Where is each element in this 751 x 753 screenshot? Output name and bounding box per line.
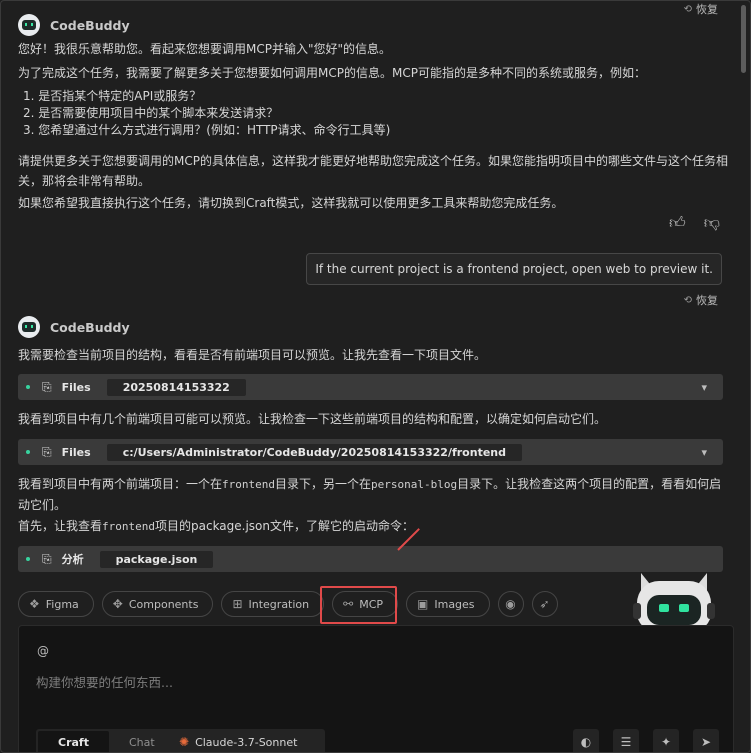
mode-switch: Craft Chat <box>36 729 175 752</box>
status-dot <box>26 450 30 454</box>
thumbs-up-icon[interactable]: 👍︎ <box>669 213 686 233</box>
status-dot <box>26 557 30 561</box>
tool-call-files[interactable]: ⎘ Files c:/Users/Administrator/CodeBuddy… <box>18 439 723 465</box>
sparkle-icon[interactable]: ✦ <box>653 729 679 752</box>
list-item: 2. 是否需要使用项目中的某个脚本来发送请求？ <box>23 106 279 120</box>
message-list: 1. 是否指某个特定的API或服务？ 2. 是否需要使用项目中的某个脚本来发送请… <box>23 88 390 139</box>
tool-call-value: c:/Users/Administrator/CodeBuddy/2025081… <box>106 443 522 461</box>
composer-input[interactable]: 构建你想要的任何东西... <box>36 672 173 691</box>
chevron-down-icon[interactable]: ▾ <box>701 446 707 459</box>
tool-call-analyze[interactable]: ⎘ 分析 package.json <box>18 546 723 572</box>
claude-icon: ✺ <box>179 735 190 749</box>
tool-call-value: package.json <box>99 550 214 568</box>
mention-button[interactable]: @ <box>37 644 49 658</box>
message-paragraph: 如果您希望我直接执行这个任务，请切换到Craft模式，这样我就可以使用更多工具来… <box>18 196 564 210</box>
send-icon[interactable]: ➤ <box>693 729 719 752</box>
user-message: If the current project is a frontend pro… <box>306 253 722 285</box>
restore-icon: ⟲ <box>683 294 692 306</box>
palette-icon[interactable]: ◐ <box>573 729 599 752</box>
images-button[interactable]: ▣ Images <box>406 591 490 617</box>
message-composer[interactable]: @ 构建你想要的任何东西... Craft Chat ✺ Claude-3.7-… <box>18 625 734 752</box>
list-item: 3. 您希望通过什么方式进行调用？(例如：HTTP请求、命令行工具等) <box>23 123 391 137</box>
restore-button[interactable]: ⟲ 恢复 <box>684 292 718 308</box>
thumbs-down-icon[interactable]: 👎︎ <box>704 213 720 233</box>
message-paragraph: 为了完成这个任务，我需要了解更多关于您想要如何调用MCP的信息。MCP可能指的是… <box>18 66 646 80</box>
message-paragraph: 我需要检查当前项目的结构，看看是否有前端项目可以预览。让我先查看一下项目文件。 <box>18 348 487 362</box>
context-toolbar: ❖ Figma ✥ Components ⊞ Integration ⚯ MCP… <box>18 591 558 617</box>
scrollbar-thumb[interactable] <box>741 5 746 73</box>
message-paragraph: 首先，让我查看frontend项目的package.json文件，了解它的启动命… <box>18 519 415 533</box>
assistant-name: CodeBuddy <box>50 319 130 335</box>
message-paragraph: 我看到项目中有两个前端项目：一个在frontend目录下，另一个在persona… <box>18 477 722 512</box>
message-paragraph: 请提供更多关于您想要调用的MCP的具体信息，这样我才能更好地帮助您完成这个任务。… <box>18 154 728 188</box>
file-code-icon: ⎘ <box>42 444 52 459</box>
integration-button[interactable]: ⊞ Integration <box>221 591 325 617</box>
tool-call-value: 20250814153322 <box>106 378 246 396</box>
codebuddy-avatar <box>18 316 40 338</box>
status-dot <box>26 385 30 389</box>
mascot-robot-cat <box>633 573 715 633</box>
assistant-header: CodeBuddy <box>18 316 130 338</box>
message-paragraph: 您好！我很乐意帮助您。看起来您想要调用MCP并输入"您好"的信息。 <box>18 42 392 56</box>
eye-icon: ◉ <box>505 597 516 611</box>
feedback-buttons: 👍︎ 👎︎ <box>669 213 720 233</box>
file-code-icon: ⎘ <box>42 551 52 566</box>
tool-call-files[interactable]: ⎘ Files 20250814153322 ▾ <box>18 374 723 400</box>
tab-craft[interactable]: Craft <box>38 731 109 752</box>
deploy-button[interactable]: ➶ <box>531 591 558 617</box>
preview-button[interactable]: ◉ <box>497 591 524 617</box>
components-icon: ✥ <box>112 597 123 611</box>
chevron-down-icon[interactable]: ▾ <box>701 381 707 394</box>
figma-icon: ❖ <box>29 597 40 611</box>
checklist-icon[interactable]: ☰ <box>613 729 639 752</box>
rocket-icon: ➶ <box>539 597 550 611</box>
composer-actions: ◐ ☰ ✦ ➤ <box>573 729 719 752</box>
file-code-icon: ⎘ <box>42 379 52 394</box>
assistant-name: CodeBuddy <box>50 17 130 33</box>
message-paragraph: 我看到项目中有几个前端项目可能可以预览。让我检查一下这些前端项目的结构和配置，以… <box>18 412 607 426</box>
mcp-highlight-box <box>320 586 397 624</box>
assistant-header: CodeBuddy <box>18 14 130 36</box>
integration-icon: ⊞ <box>232 597 243 611</box>
codebuddy-avatar <box>18 14 40 36</box>
components-button[interactable]: ✥ Components <box>101 591 214 617</box>
list-item: 1. 是否指某个特定的API或服务？ <box>23 89 202 103</box>
chat-panel: ⟲ 恢复 CodeBuddy 您好！我很乐意帮助您。看起来您想要调用MCP并输入… <box>0 0 751 753</box>
restore-button[interactable]: ⟲ 恢复 <box>684 1 718 17</box>
restore-icon: ⟲ <box>683 3 692 15</box>
image-icon: ▣ <box>417 597 429 611</box>
model-selector[interactable]: ✺ Claude-3.7-Sonnet <box>165 729 326 752</box>
figma-button[interactable]: ❖ Figma <box>18 591 94 617</box>
